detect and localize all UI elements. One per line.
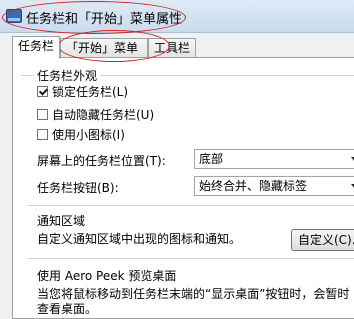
tab-strip: 任务栏 「开始」菜单 工具栏: [12, 36, 354, 59]
small-icons-checkbox[interactable]: [37, 129, 48, 140]
aero-peek-description-line2: 查看桌面。: [37, 302, 98, 316]
taskbar-location-dropdown[interactable]: 底部: [194, 149, 354, 169]
auto-hide-option[interactable]: 自动隐藏任务栏(U): [37, 107, 154, 123]
taskbar-buttons-value: 始终合并、隐藏标签: [199, 179, 308, 193]
tab-start-menu[interactable]: 「开始」菜单: [60, 38, 148, 58]
section-divider: [27, 205, 354, 206]
lock-taskbar-checkbox[interactable]: [37, 86, 48, 97]
small-icons-option[interactable]: 使用小图标(I): [37, 127, 125, 143]
section-divider: [27, 258, 354, 259]
notification-area-description: 自定义通知区域中出现的图标和通知。: [37, 232, 242, 246]
auto-hide-checkbox[interactable]: [37, 109, 48, 120]
taskbar-properties-icon: [6, 9, 22, 23]
appearance-group-title: 任务栏外观: [34, 67, 101, 84]
window-title: 任务栏和「开始」菜单属性: [26, 12, 183, 27]
customize-button[interactable]: 自定义(C)...: [291, 229, 354, 251]
lock-taskbar-label: 锁定任务栏(L): [52, 85, 129, 99]
auto-hide-label: 自动隐藏任务栏(U): [52, 108, 155, 122]
tab-panel-taskbar: 任务栏外观 锁定任务栏(L) 自动隐藏任务栏(U) 使用小图标(I) 屏幕上的任…: [12, 57, 354, 319]
taskbar-buttons-dropdown[interactable]: 始终合并、隐藏标签: [194, 176, 354, 196]
aero-peek-title: 使用 Aero Peek 预览桌面: [37, 269, 177, 283]
lock-taskbar-option[interactable]: 锁定任务栏(L): [37, 84, 128, 100]
title-bar[interactable]: 任务栏和「开始」菜单属性: [0, 0, 354, 33]
taskbar-location-label: 屏幕上的任务栏位置(T):: [37, 154, 166, 168]
small-icons-label: 使用小图标(I): [52, 128, 125, 142]
tab-taskbar[interactable]: 任务栏: [12, 36, 60, 59]
taskbar-buttons-label: 任务栏按钮(B):: [37, 181, 119, 195]
taskbar-location-value: 底部: [199, 152, 224, 166]
notification-area-title: 通知区域: [37, 214, 86, 228]
tab-toolbars[interactable]: 工具栏: [148, 38, 196, 58]
